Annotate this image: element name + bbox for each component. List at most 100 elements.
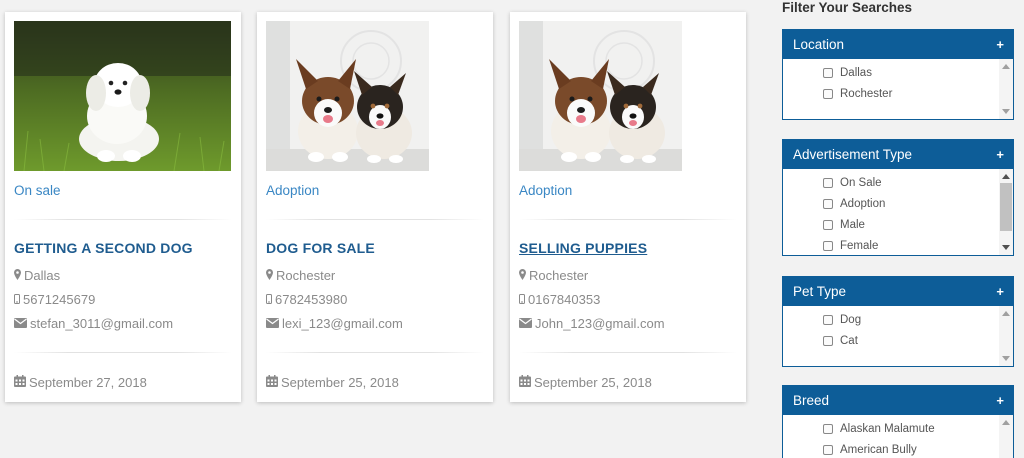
filter-panel-pet-type: Pet Type + Dog Cat: [782, 276, 1014, 367]
option-label: Dallas: [840, 67, 872, 79]
scroll-up-arrow-icon[interactable]: [1002, 174, 1010, 179]
listing-title[interactable]: DOG FOR SALE: [266, 240, 375, 256]
corgi-puppies-photo[interactable]: [519, 21, 682, 171]
filter-panel-breed: Breed + Alaskan Malamute American Bully: [782, 385, 1014, 458]
filter-option[interactable]: Adoption: [823, 198, 885, 210]
map-marker-icon: [519, 268, 526, 283]
option-label: American Bully: [840, 444, 917, 456]
filter-options: Alaskan Malamute American Bully: [782, 415, 1014, 458]
checkbox[interactable]: [823, 241, 833, 251]
envelope-icon: [519, 316, 532, 331]
scroll-up-arrow-icon[interactable]: [1002, 311, 1010, 316]
listing-category[interactable]: Adoption: [266, 183, 319, 198]
scroll-down-arrow-icon[interactable]: [1002, 245, 1010, 250]
scrollbar[interactable]: [999, 415, 1013, 458]
mobile-phone-icon: [14, 292, 20, 307]
envelope-icon: [14, 316, 27, 331]
filter-header-breed[interactable]: Breed +: [782, 385, 1014, 415]
scroll-down-arrow-icon[interactable]: [1002, 109, 1010, 114]
checkbox[interactable]: [823, 336, 833, 346]
listing-date: September 25, 2018: [519, 375, 652, 390]
filter-header-advertisement-type[interactable]: Advertisement Type +: [782, 139, 1014, 169]
filter-label: Advertisement Type: [793, 146, 913, 162]
listing-phone: 0167840353: [519, 292, 600, 307]
filter-label: Breed: [793, 392, 830, 408]
scroll-down-arrow-icon[interactable]: [1002, 356, 1010, 361]
listing-card[interactable]: Adoption DOG FOR SALE Rochester 67824539…: [257, 12, 493, 402]
checkbox[interactable]: [823, 89, 833, 99]
filter-option[interactable]: Female: [823, 240, 878, 252]
scrollbar-thumb[interactable]: [1000, 183, 1012, 231]
filter-options: Dog Cat: [782, 306, 1014, 367]
divider: [519, 352, 737, 353]
option-label: On Sale: [840, 177, 882, 189]
checkbox[interactable]: [823, 199, 833, 209]
checkbox[interactable]: [823, 424, 833, 434]
listing-email: John_123@gmail.com: [519, 316, 665, 331]
option-label: Dog: [840, 314, 862, 326]
filter-option[interactable]: Rochester: [823, 88, 892, 100]
checkbox[interactable]: [823, 445, 833, 455]
scroll-up-arrow-icon[interactable]: [1002, 420, 1010, 425]
calendar-icon: [519, 375, 531, 390]
listing-date: September 27, 2018: [14, 375, 147, 390]
date-text: September 25, 2018: [534, 375, 652, 390]
option-label: Male: [840, 219, 865, 231]
listing-card[interactable]: Adoption SELLING PUPPIES Rochester 01678…: [510, 12, 746, 402]
listing-location: Rochester: [519, 268, 588, 283]
map-marker-icon: [14, 268, 21, 283]
filter-options: Dallas Rochester: [782, 59, 1014, 120]
listing-title[interactable]: GETTING A SECOND DOG: [14, 240, 193, 256]
listing-title[interactable]: SELLING PUPPIES: [519, 240, 647, 256]
divider: [519, 219, 737, 220]
listing-category[interactable]: Adoption: [519, 183, 572, 198]
listing-category[interactable]: On sale: [14, 183, 61, 198]
divider: [266, 352, 484, 353]
filter-header-location[interactable]: Location +: [782, 29, 1014, 59]
expand-plus-icon[interactable]: +: [996, 393, 1004, 408]
corgi-puppies-photo[interactable]: [266, 21, 429, 171]
scrollbar[interactable]: [999, 169, 1013, 255]
phone-text: 5671245679: [23, 292, 96, 307]
filter-option[interactable]: American Bully: [823, 444, 917, 456]
location-text: Dallas: [24, 268, 61, 283]
listing-card[interactable]: On sale GETTING A SECOND DOG Dallas 5671…: [5, 12, 241, 402]
filter-panel-location: Location + Dallas Rochester: [782, 29, 1014, 120]
expand-plus-icon[interactable]: +: [996, 37, 1004, 52]
expand-plus-icon[interactable]: +: [996, 147, 1004, 162]
filter-option[interactable]: Dog: [823, 314, 861, 326]
filter-option[interactable]: Dallas: [823, 67, 872, 79]
phone-text: 6782453980: [275, 292, 348, 307]
expand-plus-icon[interactable]: +: [996, 284, 1004, 299]
filter-option[interactable]: Male: [823, 219, 865, 231]
filter-option[interactable]: Cat: [823, 335, 858, 347]
checkbox[interactable]: [823, 220, 833, 230]
scroll-up-arrow-icon[interactable]: [1002, 64, 1010, 69]
scrollbar[interactable]: [999, 59, 1013, 119]
filter-label: Pet Type: [793, 283, 847, 299]
phone-text: 0167840353: [528, 292, 601, 307]
filter-options: On Sale Adoption Male Female: [782, 169, 1014, 256]
calendar-icon: [266, 375, 278, 390]
listing-phone: 5671245679: [14, 292, 95, 307]
location-text: Rochester: [529, 268, 589, 283]
email-text: John_123@gmail.com: [535, 316, 665, 331]
mobile-phone-icon: [519, 292, 525, 307]
listing-location: Dallas: [14, 268, 60, 283]
divider: [14, 219, 232, 220]
checkbox[interactable]: [823, 68, 833, 78]
calendar-icon: [14, 375, 26, 390]
scrollbar[interactable]: [999, 306, 1013, 366]
maltese-puppy-photo[interactable]: [14, 21, 231, 171]
sidebar-title: Filter Your Searches: [782, 0, 913, 15]
checkbox[interactable]: [823, 315, 833, 325]
mobile-phone-icon: [266, 292, 272, 307]
filter-option[interactable]: Alaskan Malamute: [823, 423, 935, 435]
divider: [266, 219, 484, 220]
listing-email: lexi_123@gmail.com: [266, 316, 403, 331]
checkbox[interactable]: [823, 178, 833, 188]
filter-option[interactable]: On Sale: [823, 177, 882, 189]
filter-header-pet-type[interactable]: Pet Type +: [782, 276, 1014, 306]
divider: [14, 352, 232, 353]
option-label: Rochester: [840, 88, 893, 100]
